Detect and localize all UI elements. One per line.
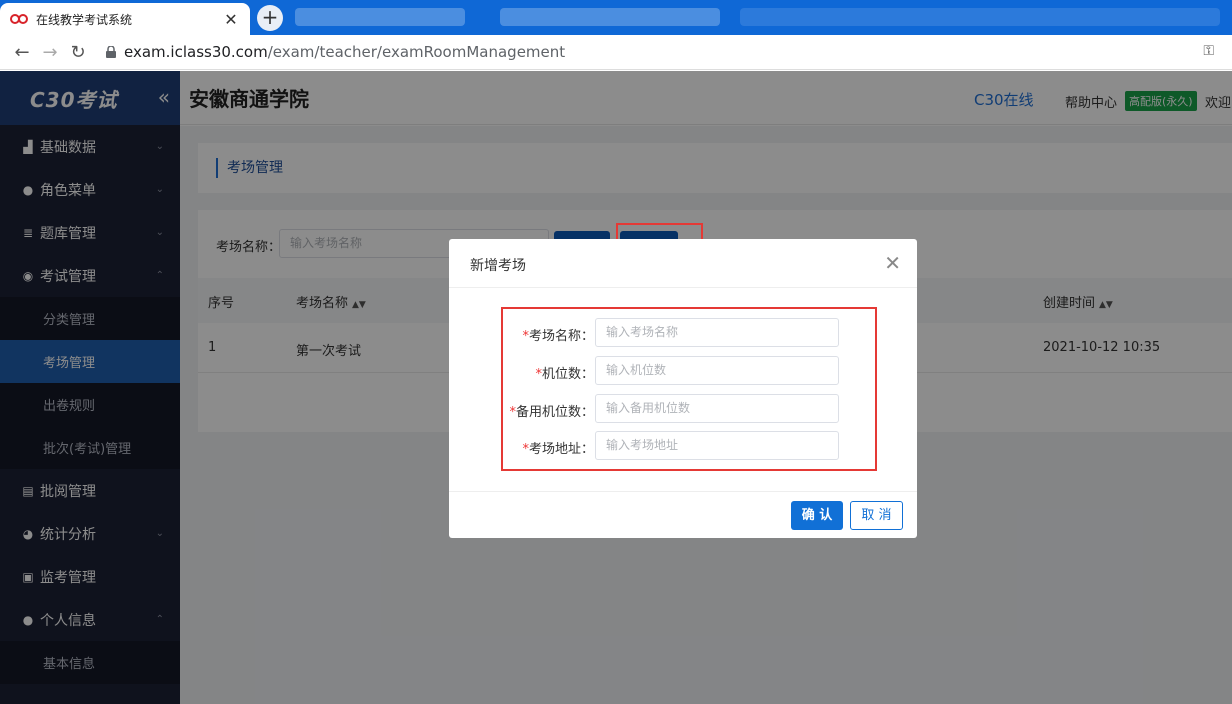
reload-icon[interactable]: ↻ [64,42,92,63]
divider [449,491,917,492]
browser-tab[interactable]: 在线教学考试系统 ✕ [0,3,250,35]
url-host: exam.iclass30.com [124,43,268,61]
highlight-box-form [501,307,877,471]
divider [449,287,917,288]
tab-title: 在线教学考试系统 [36,12,133,27]
background-tab[interactable] [740,8,1220,26]
key-icon[interactable]: ⚿ [1203,43,1214,59]
back-icon[interactable]: ← [8,42,36,63]
dialog-title: 新增考场 [470,258,526,274]
cancel-button[interactable]: 取 消 [850,501,903,530]
browser-tab-bar: 在线教学考试系统 ✕ + [0,0,1232,35]
confirm-button[interactable]: 确 认 [791,501,843,530]
close-icon[interactable]: ✕ [884,251,901,275]
c30-logo-icon [10,14,28,24]
lock-icon [106,46,116,58]
background-tab[interactable] [295,8,465,26]
url-path: /exam/teacher/examRoomManagement [267,43,566,61]
new-tab-button[interactable]: + [257,5,283,31]
address-bar: ← → ↻ exam.iclass30.com/exam/teacher/exa… [0,35,1232,70]
background-tab[interactable] [500,8,720,26]
forward-icon[interactable]: → [36,42,64,63]
tab-close-icon[interactable]: ✕ [222,10,240,29]
url-field[interactable]: exam.iclass30.com/exam/teacher/examRoomM… [124,43,565,61]
